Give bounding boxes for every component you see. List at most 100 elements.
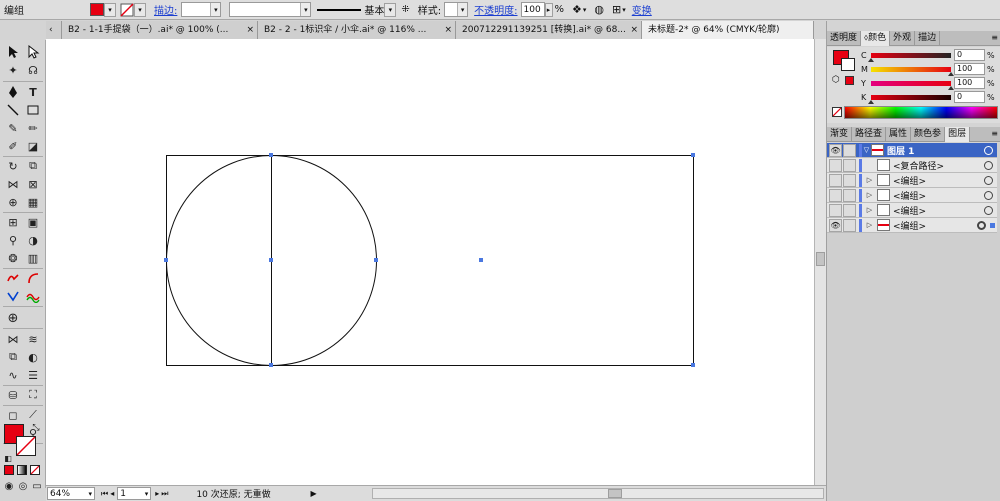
close-icon[interactable]: ×	[630, 21, 638, 39]
envelope-tool-icon[interactable]: ⋈	[3, 331, 23, 347]
live-paint-selection-icon[interactable]: ⛶	[23, 387, 43, 403]
tab-transparency[interactable]: 透明度	[827, 31, 862, 46]
layer-name[interactable]: <编组>	[893, 204, 984, 217]
column-graph-tool-icon[interactable]: ▥	[23, 250, 43, 266]
close-icon[interactable]: ×	[246, 21, 254, 39]
black-value-input[interactable]: 0	[954, 91, 985, 103]
cyan-value-input[interactable]: 0	[954, 49, 985, 61]
target-circle-icon[interactable]	[977, 220, 986, 230]
lock-toggle[interactable]	[843, 188, 856, 202]
lasso-tool-icon[interactable]: ☊	[23, 62, 43, 78]
transform-link[interactable]: 变换	[632, 2, 652, 17]
direct-selection-tool-icon[interactable]	[23, 44, 43, 60]
tab-gradient[interactable]: 渐变	[827, 127, 853, 142]
tab-pathfinder[interactable]: 路径查	[852, 127, 887, 142]
visibility-eye-icon[interactable]: 👁	[829, 218, 842, 232]
align-dropdown-arrow[interactable]: ▾	[622, 6, 626, 14]
layer-row[interactable]: ▷ <编组>	[827, 173, 997, 188]
crosshair-icon[interactable]: ⊕	[3, 310, 23, 326]
panel-menu-icon[interactable]: ≡	[991, 129, 998, 138]
swap-colors-icon[interactable]: ⤡	[30, 420, 42, 436]
visibility-eye-icon[interactable]: 👁	[829, 143, 842, 157]
rotate-tool-icon[interactable]: ↻	[3, 158, 23, 174]
target-circle-icon[interactable]	[984, 160, 993, 170]
expand-triangle-icon[interactable]: ▷	[862, 176, 877, 184]
tab-document-1[interactable]: B2 - 1-1手提袋（一）.ai* @ 100% (... ×	[62, 21, 258, 39]
recolor-icon[interactable]: ❖	[572, 3, 582, 16]
tab-stroke[interactable]: 描边	[915, 31, 941, 46]
stroke-color-box[interactable]	[16, 436, 36, 456]
cyan-knob[interactable]	[868, 57, 874, 62]
black-slider[interactable]	[868, 94, 951, 104]
black-knob[interactable]	[868, 99, 874, 104]
gamut-swatch[interactable]	[845, 76, 854, 85]
artboard-tool-icon[interactable]: ◻	[3, 407, 23, 423]
brush-icon[interactable]: ⁜	[401, 4, 409, 15]
gradient-mode-icon[interactable]	[17, 465, 27, 475]
pencil-tool-icon[interactable]: ✏	[23, 120, 43, 136]
tab-appearance[interactable]: 外观	[890, 31, 916, 46]
panel-grip[interactable]: ‹	[46, 21, 62, 39]
type-tool-icon[interactable]: T	[23, 84, 43, 100]
status-menu-arrow[interactable]: ▶	[310, 489, 316, 498]
tab-document-3[interactable]: 20071229113925​1 [转换].ai* @ 68... ×	[456, 21, 642, 39]
outline-rectangle[interactable]	[166, 155, 694, 366]
color-stroke-swatch[interactable]	[841, 58, 855, 71]
zigzag-icon[interactable]: ∿	[3, 367, 23, 383]
no-stroke-icon[interactable]	[120, 2, 134, 17]
line-tool-icon[interactable]	[3, 102, 23, 118]
collapse-triangle-icon[interactable]: ▽	[862, 146, 871, 154]
horizontal-scrollbar[interactable]	[372, 488, 824, 499]
eraser-tool-icon[interactable]: ◪	[23, 138, 43, 154]
layer-name[interactable]: <编组>	[893, 189, 984, 202]
lock-toggle[interactable]	[843, 203, 856, 217]
tab-color-guide[interactable]: 颜色参	[911, 127, 946, 142]
cyan-slider[interactable]	[868, 52, 951, 62]
opacity-dropdown[interactable]: ▸	[544, 2, 553, 17]
draw-behind-icon[interactable]: ◎	[16, 478, 30, 494]
visibility-eye-icon[interactable]	[829, 173, 842, 187]
symbol-sprayer-tool-icon[interactable]: ❂	[3, 250, 23, 266]
globe-icon[interactable]: ◍	[594, 3, 604, 16]
rectangle-tool-icon[interactable]	[23, 102, 43, 118]
selected-art-indicator[interactable]	[990, 222, 995, 228]
warp-tool-icon[interactable]: ≋	[23, 331, 43, 347]
pathfinder-tool-icon[interactable]: ⧉	[3, 349, 23, 365]
layer-row[interactable]: ▷ <编组>	[827, 203, 997, 218]
expand-triangle-icon[interactable]: ▷	[862, 221, 877, 229]
expand-triangle-icon[interactable]: ▷	[862, 191, 877, 199]
red-pen-icon[interactable]	[3, 270, 23, 286]
paintbrush-tool-icon[interactable]: ✎	[3, 120, 23, 136]
pen-tool-icon[interactable]	[3, 84, 23, 100]
align-grid-icon[interactable]: ⊞	[612, 3, 621, 16]
layer-name[interactable]: <复合路径>	[893, 159, 984, 172]
out-of-gamut-icon[interactable]: ⬡	[832, 75, 840, 85]
default-colors-icon[interactable]: ◧	[2, 450, 14, 466]
green-wave-icon[interactable]	[23, 288, 43, 304]
visibility-eye-icon[interactable]	[829, 188, 842, 202]
target-circle-icon[interactable]	[984, 175, 993, 185]
close-icon[interactable]: ×	[444, 21, 452, 39]
stroke-profile-dropdown[interactable]: ▾	[384, 2, 397, 17]
panel-menu-icon[interactable]: ≡	[991, 33, 998, 42]
layer-name[interactable]: <编组>	[893, 174, 984, 187]
vertical-scroll-thumb[interactable]	[816, 252, 825, 266]
blend-tool-icon[interactable]: ◑	[23, 232, 43, 248]
gradient-tool-icon[interactable]: ▣	[23, 214, 43, 230]
stroke-weight-input[interactable]: ▾	[181, 2, 222, 17]
recolor-dropdown-arrow[interactable]: ▾	[583, 6, 587, 14]
none-mode-icon[interactable]	[30, 465, 40, 475]
mesh-tool-icon[interactable]: ⊞	[3, 214, 23, 230]
opacity-label[interactable]: 不透明度:	[474, 2, 517, 17]
magenta-slider[interactable]	[871, 66, 954, 76]
stroke-dropdown-arrow[interactable]: ▾	[134, 2, 146, 17]
target-circle-icon[interactable]	[984, 190, 993, 200]
color-spectrum-bar[interactable]	[844, 106, 998, 119]
fill-dropdown-arrow[interactable]: ▾	[104, 2, 116, 17]
variable-width-select[interactable]: ▾	[229, 2, 312, 17]
selection-anchor-points[interactable]	[164, 153, 695, 367]
lock-toggle[interactable]	[843, 143, 856, 157]
target-circle-icon[interactable]	[984, 145, 993, 155]
shape-mode-icon[interactable]: ◐	[23, 349, 43, 365]
lock-toggle[interactable]	[843, 173, 856, 187]
